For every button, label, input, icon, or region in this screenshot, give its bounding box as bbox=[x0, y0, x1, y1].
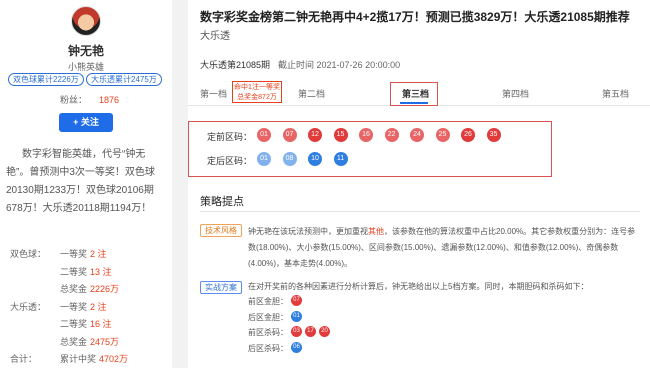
stat-value: 2226万 bbox=[90, 284, 120, 294]
front-number-ball: 26 bbox=[461, 128, 475, 142]
stat-row: 双色球： 一等奖 2 注 bbox=[10, 247, 170, 263]
author-name[interactable]: 钟无艳 bbox=[0, 42, 172, 59]
author-bio: 数字彩智能英雄，代号“钟无艳”。曾预测中3次一等奖！双色球20130期1233万… bbox=[6, 149, 155, 214]
deadline: 截止时间 2021-07-26 20:00:00 bbox=[278, 60, 401, 70]
dlt-total-badge: 大乐透累计2475万 bbox=[86, 73, 162, 86]
issue-number: 大乐透第21085期 bbox=[200, 60, 271, 70]
tier-tabs: 第一档 命中1注一等奖 总奖金872万 第二档 第三档 第四档 第五档 bbox=[188, 80, 650, 106]
fans-value: 1876 bbox=[99, 95, 120, 105]
front-zone-label: 定前区码： bbox=[207, 132, 253, 142]
stat-category: 合计： bbox=[10, 354, 38, 364]
stat-value: 16 注 bbox=[90, 319, 112, 329]
numbers-panel: 定前区码： 定后区码： 01 07 12 15 16 22 24 25 26 35 01 08 10 11 bbox=[188, 121, 552, 177]
tab-tier-1[interactable]: 第一档 bbox=[200, 87, 227, 100]
stat-label: 累计中奖 4702万 bbox=[60, 354, 129, 364]
tab-tier-4[interactable]: 第四档 bbox=[502, 87, 529, 100]
stat-value: 2 注 bbox=[90, 301, 107, 312]
front-number-ball: 15 bbox=[333, 128, 348, 142]
solution-ball: 07 bbox=[291, 295, 302, 306]
tab-tier-2[interactable]: 第二档 bbox=[298, 87, 325, 100]
front-number-ball: 12 bbox=[308, 128, 322, 142]
stat-label: 总奖金 2475万 bbox=[60, 336, 120, 347]
fans-count: 粉丝： 1876 bbox=[60, 93, 119, 106]
solution-tag: 实战方案 bbox=[200, 281, 242, 294]
fans-label: 粉丝： bbox=[60, 95, 88, 105]
back-number-ball: 01 bbox=[257, 152, 271, 166]
solution-row-label: 前区杀码： bbox=[248, 328, 288, 337]
analysis-text: 钟无艳在该玩法预测中，更加重视其他，该参数在他的算法权重中占比20.00%。其它… bbox=[248, 224, 640, 272]
stat-value: 2475万 bbox=[90, 336, 120, 347]
stat-label: 总奖金 2226万 bbox=[60, 284, 120, 294]
back-number-ball: 11 bbox=[333, 152, 348, 166]
stat-value: 13 注 bbox=[90, 266, 112, 277]
solution-ball: 01 bbox=[291, 310, 302, 322]
stat-value: 2 注 bbox=[90, 249, 107, 259]
stat-category: 大乐透： bbox=[10, 301, 47, 312]
stat-label: 一等奖 2 注 bbox=[60, 249, 107, 259]
stat-row: 合计： 累计中奖 4702万 bbox=[10, 352, 170, 368]
solution-ball: 03 bbox=[291, 326, 302, 337]
front-number-ball: 07 bbox=[282, 128, 297, 142]
strategy-title: 策略提点 bbox=[200, 196, 244, 208]
avatar[interactable] bbox=[71, 6, 101, 36]
active-tab-underline bbox=[400, 102, 428, 104]
tab-tier-3[interactable]: 第三档 bbox=[402, 87, 429, 100]
analysis-text-before: 钟无艳在该玩法预测中，更加重视 bbox=[248, 227, 368, 236]
author-subtitle: 小熊英雄 bbox=[67, 62, 104, 72]
stat-row: 二等奖 16 注 bbox=[10, 317, 170, 333]
page-title: 数字彩奖金榜第二钟无艳再中4+2揽17万！预测已揽3829万！大乐透21085期… bbox=[200, 10, 630, 24]
win-tip: 命中1注一等奖 总奖金872万 bbox=[232, 81, 282, 103]
solution-text: 在对开奖前的各种因素进行分析计算后，钟无艳给出以上5档方案。同时，本期胆码和杀码… bbox=[248, 282, 589, 291]
stat-value: 4702万 bbox=[99, 354, 129, 364]
lottery-type: 大乐透 bbox=[200, 31, 230, 42]
author-sidebar: 钟无艳 小熊英雄 双色球累计2226万 大乐透累计2475万 粉丝： 1876 +… bbox=[0, 0, 172, 368]
follow-button[interactable]: + 关注 bbox=[59, 113, 113, 132]
stat-row: 二等奖 13 注 bbox=[10, 265, 170, 281]
divider bbox=[200, 211, 640, 212]
solution-row-label: 前区金胆： bbox=[248, 297, 288, 306]
issue-info: 大乐透第21085期 截止时间 2021-07-26 20:00:00 bbox=[200, 58, 400, 71]
solution-ball: 17 bbox=[305, 326, 316, 337]
stat-row: 总奖金 2226万 bbox=[10, 282, 170, 298]
solution-row-label: 后区杀码： bbox=[248, 343, 288, 353]
front-number-ball: 24 bbox=[410, 128, 424, 142]
stat-label: 一等奖 2 注 bbox=[60, 301, 107, 312]
front-number-ball: 01 bbox=[257, 128, 271, 142]
back-number-ball: 08 bbox=[282, 152, 297, 166]
solution-row-label: 后区金胆： bbox=[248, 312, 288, 322]
win-tip-line2: 总奖金872万 bbox=[237, 94, 277, 101]
front-number-ball: 35 bbox=[486, 128, 501, 142]
analysis-tag: 技术风格 bbox=[200, 224, 242, 237]
tab-tier-5[interactable]: 第五档 bbox=[602, 87, 629, 100]
front-number-ball: 16 bbox=[359, 128, 373, 142]
article-main: 数字彩奖金榜第二钟无艳再中4+2揽17万！预测已揽3829万！大乐透21085期… bbox=[188, 0, 650, 368]
solution-ball: 06 bbox=[291, 341, 302, 353]
win-tip-line1: 命中1注一等奖 bbox=[234, 84, 280, 91]
front-number-ball: 22 bbox=[384, 128, 399, 142]
back-zone-label: 定后区码： bbox=[207, 156, 253, 166]
stat-label: 二等奖 13 注 bbox=[60, 266, 112, 277]
stat-row: 大乐透： 一等奖 2 注 bbox=[10, 300, 170, 316]
analysis-highlight: 其他 bbox=[368, 227, 384, 236]
stat-label: 二等奖 16 注 bbox=[60, 319, 112, 329]
front-number-ball: 25 bbox=[435, 128, 450, 142]
solution-ball: 20 bbox=[319, 326, 330, 337]
stat-category: 双色球： bbox=[10, 249, 47, 259]
stat-row: 总奖金 2475万 bbox=[10, 335, 170, 351]
ssq-total-badge: 双色球累计2226万 bbox=[8, 73, 84, 86]
back-number-ball: 10 bbox=[308, 152, 322, 166]
